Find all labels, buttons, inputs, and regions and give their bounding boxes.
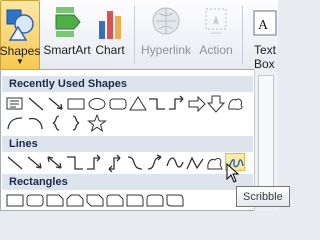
tooltip: Scribble: [236, 186, 290, 207]
shape-curve[interactable]: [165, 154, 185, 172]
shape-curved-connector[interactable]: [5, 114, 25, 132]
recently-used-header: Recently Used Shapes: [2, 76, 253, 92]
ribbon: Shapes ▼ SmartArt Chart Hyperlink Action…: [0, 0, 278, 73]
shape-left-brace[interactable]: [46, 114, 66, 132]
shape-freeform[interactable]: [205, 154, 225, 172]
action-icon: [199, 3, 233, 43]
shape-rounded-rectangle[interactable]: [25, 191, 45, 209]
shape-snip-round-rectangle[interactable]: [105, 191, 125, 209]
chevron-down-icon: ▼: [16, 57, 24, 66]
shape-round-single-corner-rectangle[interactable]: [125, 191, 145, 209]
shape-curved-connector[interactable]: [125, 154, 145, 172]
hyperlink-button[interactable]: Hyperlink: [138, 0, 194, 70]
shape-down-arrow[interactable]: [206, 95, 226, 113]
svg-text:A: A: [258, 18, 269, 33]
shape-right-arrow[interactable]: [187, 95, 207, 113]
shape-line[interactable]: [26, 95, 46, 113]
shape-arc[interactable]: [26, 114, 46, 132]
shape-elbow-double-arrow[interactable]: [105, 154, 125, 172]
tooltip-text: Scribble: [243, 191, 283, 203]
shapes-gallery: Recently Used Shapes Lines Rectangles: [0, 69, 255, 211]
shapes-label: Shapes: [0, 44, 41, 58]
chart-icon: [93, 3, 127, 43]
shape-elbow-arrow[interactable]: [85, 154, 105, 172]
smartart-label: SmartArt: [43, 43, 91, 57]
shapes-button[interactable]: Shapes ▼: [0, 0, 40, 70]
shape-rectangle[interactable]: [5, 191, 25, 209]
shape-freeform-line[interactable]: [185, 154, 205, 172]
shape-rectangle[interactable]: [66, 95, 86, 113]
scrollbar-thumb[interactable]: [258, 75, 274, 195]
ribbon-separator: [242, 6, 243, 64]
mouse-cursor-icon: [226, 163, 240, 183]
smartart-button[interactable]: SmartArt: [42, 0, 92, 70]
textbox-label: Text: [254, 43, 277, 57]
hyperlink-icon: [149, 3, 183, 43]
hyperlink-label: Hyperlink: [140, 43, 191, 57]
smartart-icon: [50, 3, 84, 43]
chart-button[interactable]: Chart: [92, 0, 128, 70]
action-label: Action: [199, 43, 233, 57]
shape-arrow[interactable]: [25, 154, 45, 172]
shape-round-diagonal-rectangle[interactable]: [165, 191, 185, 209]
lines-header: Lines: [2, 136, 253, 152]
shape-curved-arrow[interactable]: [145, 154, 165, 172]
shapes-icon: [3, 4, 37, 44]
textbox-button[interactable]: A Text Box: [248, 0, 278, 71]
shape-snip-single-corner-rectangle[interactable]: [45, 191, 65, 209]
rectangles-header: Rectangles: [2, 174, 253, 190]
shape-triangle[interactable]: [128, 95, 148, 113]
shape-textbox[interactable]: [5, 95, 25, 113]
shape-line[interactable]: [5, 154, 25, 172]
ribbon-separator: [134, 6, 135, 64]
shape-double-arrow[interactable]: [45, 154, 65, 172]
textbox-icon: A: [248, 3, 278, 43]
shape-oval[interactable]: [87, 95, 107, 113]
shape-round-same-side-rectangle[interactable]: [145, 191, 165, 209]
shape-elbow-connector[interactable]: [65, 154, 85, 172]
shape-arrow[interactable]: [46, 95, 66, 113]
shape-elbow-arrow[interactable]: [167, 95, 187, 113]
action-button[interactable]: Action: [196, 0, 236, 70]
shape-rounded-rectangle[interactable]: [108, 95, 128, 113]
shape-star[interactable]: [87, 114, 107, 132]
shape-snip-same-side-rectangle[interactable]: [65, 191, 85, 209]
shape-right-brace[interactable]: [66, 114, 86, 132]
chart-label: Chart: [95, 43, 125, 57]
shape-snip-diagonal-rectangle[interactable]: [85, 191, 105, 209]
shape-freeform[interactable]: [226, 95, 246, 113]
shape-elbow-connector[interactable]: [147, 95, 167, 113]
